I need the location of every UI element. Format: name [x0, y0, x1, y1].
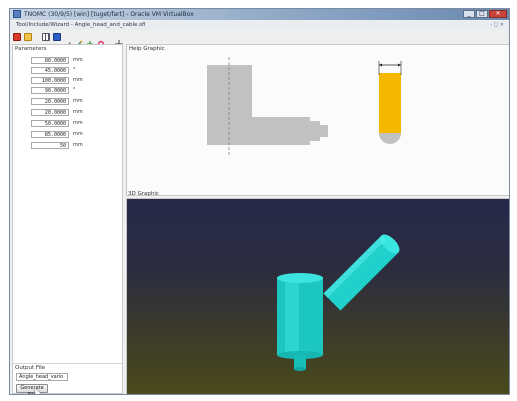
graphic-3d-panel[interactable]: 3D Graphic: [126, 191, 509, 394]
param-unit: mm: [73, 131, 83, 137]
toolbar-separator-2: [108, 33, 112, 41]
param-field[interactable]: 85.0000: [31, 130, 69, 138]
app-title: Tool/Include/Wizard - Angle_head_and_cab…: [16, 22, 146, 28]
main-cylinder-highlight: [285, 277, 299, 355]
virtualbox-app-icon: [13, 10, 21, 18]
grid-icon[interactable]: [42, 32, 50, 41]
param-row: 100.0000 mm: [31, 76, 83, 84]
output-file-section: Output File Angle_head_vario Generate Fi…: [13, 363, 122, 394]
window-title: TNOMC (30/9/5) [win] [tuget/fart] - Orac…: [24, 11, 194, 18]
toolbar-separator: [35, 33, 39, 41]
title-bar[interactable]: TNOMC (30/9/5) [win] [tuget/fart] - Orac…: [10, 9, 509, 20]
help-graphic-panel: Help Graphic: [126, 44, 509, 196]
blue-square-icon[interactable]: [53, 32, 61, 41]
param-row: 85.0000 mm: [31, 130, 83, 138]
pencil-icon[interactable]: [64, 33, 72, 48]
window-controls: _ □ ✕: [463, 10, 507, 19]
main-cylinder: [277, 277, 323, 355]
param-unit: °: [73, 67, 76, 73]
param-row: 80.0000 mm: [31, 56, 83, 64]
target-icon[interactable]: [97, 33, 105, 47]
param-field[interactable]: 50: [31, 141, 69, 149]
param-unit: mm: [73, 142, 83, 148]
help-graphic-drawing: [207, 57, 402, 157]
probe-highlight: [379, 73, 401, 133]
open-folder-icon[interactable]: [24, 32, 32, 41]
wand-icon[interactable]: [75, 33, 83, 47]
close-button[interactable]: ✕: [489, 10, 507, 18]
param-unit: mm: [73, 57, 83, 63]
parameters-label: Parameters: [15, 46, 47, 52]
toolbar: [10, 31, 509, 48]
output-filename-field[interactable]: Angle_head_vario: [16, 373, 68, 381]
node-icon[interactable]: [86, 33, 94, 47]
main-cylinder-top: [277, 273, 323, 283]
param-row: 50 mm: [31, 141, 83, 149]
param-unit: mm: [73, 77, 83, 83]
param-unit: mm: [73, 98, 83, 104]
crosshair-icon[interactable]: [115, 33, 123, 48]
stop-icon[interactable]: [13, 32, 21, 41]
param-unit: mm: [73, 120, 83, 126]
app-titlebar: Tool/Include/Wizard - Angle_head_and_cab…: [10, 21, 509, 30]
param-field[interactable]: 100.0000: [31, 76, 69, 84]
angled-arm: [323, 234, 400, 311]
param-field[interactable]: 90.0000: [31, 86, 69, 94]
param-field[interactable]: 80.0000: [31, 56, 69, 64]
param-row: 20.0000 mm: [31, 97, 83, 105]
param-unit: mm: [73, 109, 83, 115]
bottom-stem-end: [294, 367, 306, 371]
dimension-arrow-right: [398, 63, 401, 67]
connector-tip: [320, 125, 328, 137]
head-shape: [207, 65, 310, 145]
app-window-controls[interactable]: - □ ✕: [490, 22, 504, 28]
minimize-button[interactable]: _: [463, 10, 475, 18]
graphic-3d-label: 3D Graphic: [128, 191, 159, 197]
maximize-button[interactable]: □: [476, 10, 488, 18]
probe-tip: [379, 133, 401, 144]
model-3d-view: [277, 234, 400, 371]
virtualbox-window: TNOMC (30/9/5) [win] [tuget/fart] - Orac…: [9, 8, 510, 395]
param-field[interactable]: 45.0000: [31, 66, 69, 74]
param-field[interactable]: 50.0000: [31, 119, 69, 127]
param-row: 20.0000 mm: [31, 108, 83, 116]
output-file-label: Output File: [15, 365, 46, 371]
param-row: 90.0000 °: [31, 86, 76, 94]
param-field[interactable]: 20.0000: [31, 97, 69, 105]
param-unit: °: [73, 87, 76, 93]
param-row: 50.0000 mm: [31, 119, 83, 127]
bottom-stem: [294, 355, 306, 369]
connector-stub: [310, 121, 320, 141]
parameters-panel: Parameters 80.0000 mm 45.0000 ° 100.0000…: [12, 44, 123, 394]
param-field[interactable]: 20.0000: [31, 108, 69, 116]
param-row: 45.0000 °: [31, 66, 76, 74]
dimension-arrow-left: [379, 63, 382, 67]
